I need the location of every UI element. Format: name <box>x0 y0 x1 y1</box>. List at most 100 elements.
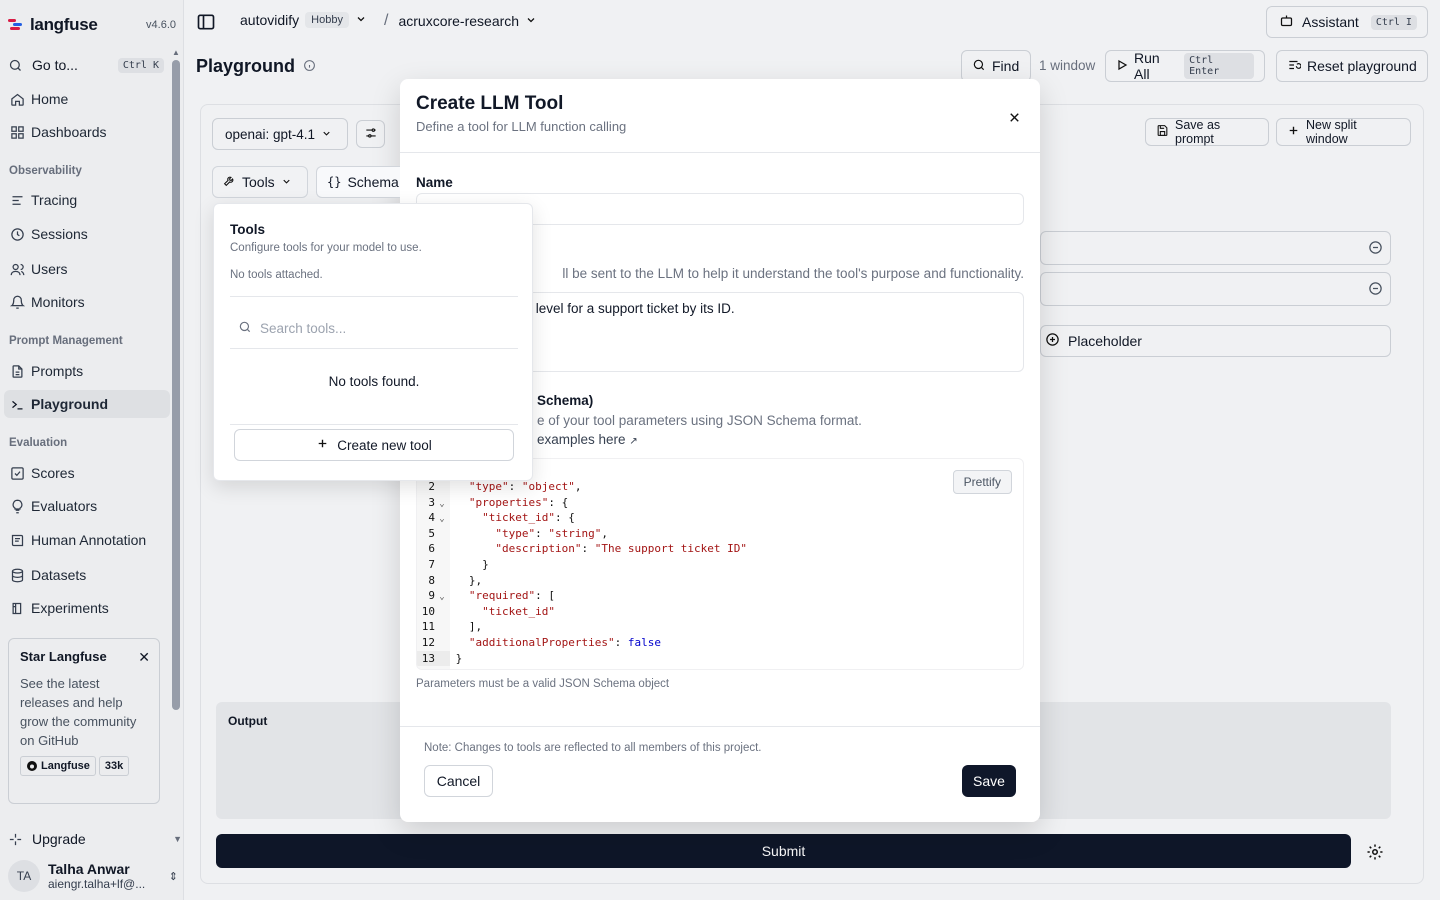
no-tools-found: No tools found. <box>328 374 420 389</box>
close-icon[interactable] <box>1007 110 1022 128</box>
json-separator: : <box>614 636 628 649</box>
code-line: 12 "additionalProperties": false <box>417 635 977 651</box>
json-separator: : <box>548 495 562 509</box>
json-value: { <box>568 511 575 525</box>
json-separator: : <box>581 542 595 556</box>
json-key: "additionalProperties" <box>468 636 615 649</box>
schema-label: Schema <box>347 174 399 190</box>
plus-icon <box>316 437 329 453</box>
code-line: 3 ⌄ "properties": { <box>417 495 977 511</box>
name-label: Name <box>416 175 453 190</box>
parameters-label: Schema) <box>537 393 594 408</box>
line-number: 4 <box>428 511 435 525</box>
code-line: 8 }, <box>417 573 977 589</box>
json-value: { <box>561 495 569 509</box>
line-number: 6 <box>428 542 435 556</box>
dialog-divider <box>400 152 1040 153</box>
tools-label: Tools <box>242 174 275 190</box>
cancel-button[interactable]: Cancel <box>424 765 493 797</box>
schema-examples-label: examples here <box>537 432 626 447</box>
line-number: 10 <box>421 604 435 618</box>
schema-examples-link[interactable]: examples here ↗ <box>537 432 638 447</box>
tools-button[interactable]: Tools <box>212 166 308 198</box>
json-separator: : <box>554 511 569 525</box>
json-value: } <box>482 558 489 571</box>
external-link-icon: ↗ <box>629 436 638 447</box>
json-value: "string" <box>548 526 602 540</box>
json-key: "type" <box>495 526 536 540</box>
popover-subtitle: Configure tools for your model to use. <box>230 242 422 254</box>
json-value: [ <box>548 589 555 603</box>
json-value: "object" <box>521 480 575 493</box>
code-line: 10 "ticket_id" <box>417 604 977 620</box>
json-key: "ticket_id" <box>482 511 555 525</box>
code-line: 7 } <box>417 557 977 573</box>
json-value: "The support ticket ID" <box>594 542 748 556</box>
code-line: 11 ], <box>417 619 977 635</box>
json-punctuation: , <box>574 480 582 493</box>
create-new-tool-button[interactable]: Create new tool <box>234 429 514 461</box>
json-schema-editor[interactable]: 2 "type": "object", 3 ⌄ "properties": {4 ⌄ … <box>416 458 1024 670</box>
tool-description-value: rity level for a support ticket by its I… <box>514 301 735 316</box>
json-value: false <box>627 636 661 649</box>
schema-button[interactable]: {} Schema <box>316 166 400 198</box>
code-line: 13 } <box>417 650 977 667</box>
popover-divider <box>230 296 518 297</box>
chevron-down-icon <box>281 174 292 190</box>
schema-hint: Parameters must be a valid JSON Schema o… <box>416 678 670 690</box>
code-line: 2 "type": "object", <box>417 479 977 495</box>
line-number: 9 <box>428 589 435 603</box>
popover-divider <box>230 348 518 349</box>
json-separator: : <box>508 480 522 493</box>
code-line: 9 ⌄ "required": [ <box>417 588 977 604</box>
no-tools-attached: No tools attached. <box>230 269 323 281</box>
prettify-button[interactable]: Prettify <box>952 470 1012 494</box>
dialog-divider <box>400 726 1040 727</box>
json-key: "required" <box>468 589 536 603</box>
parameters-help: e of your tool parameters using JSON Sch… <box>537 413 862 428</box>
code-line: 4 ⌄ "ticket_id": { <box>417 510 977 526</box>
line-number: 8 <box>428 573 435 587</box>
popover-title: Tools <box>230 222 265 237</box>
line-number: 12 <box>421 636 435 649</box>
tool-search-input[interactable]: Search tools... <box>238 320 346 337</box>
dialog-title: Create LLM Tool <box>416 93 564 114</box>
line-number: 2 <box>428 480 435 493</box>
tools-popover: Tools Configure tools for your model to … <box>213 203 533 481</box>
line-number: 5 <box>428 526 435 540</box>
search-placeholder: Search tools... <box>260 321 347 336</box>
json-punctuation: , <box>601 526 608 540</box>
wrench-icon <box>223 174 236 190</box>
json-key: "type" <box>468 480 509 493</box>
json-separator: : <box>535 589 549 603</box>
line-number: 7 <box>428 558 435 571</box>
json-value: } <box>455 651 463 665</box>
json-separator: : <box>535 526 549 540</box>
create-tool-label: Create new tool <box>337 437 432 453</box>
json-key: "description" <box>495 542 582 556</box>
json-value: }, <box>468 573 483 587</box>
code-line: 6 "description": "The support ticket ID" <box>417 541 977 557</box>
line-number: 3 <box>428 495 435 509</box>
line-number: 13 <box>421 651 435 665</box>
line-number: 11 <box>421 620 435 634</box>
json-value: "ticket_id" <box>482 604 555 618</box>
json-value: ], <box>468 620 483 634</box>
save-button[interactable]: Save <box>962 765 1016 797</box>
json-key: "properties" <box>468 495 549 509</box>
braces-icon: {} <box>327 175 342 189</box>
popover-divider <box>230 424 518 425</box>
code-line: 5 "type": "string", <box>417 526 977 542</box>
dialog-subtitle: Define a tool for LLM function calling <box>416 119 627 134</box>
